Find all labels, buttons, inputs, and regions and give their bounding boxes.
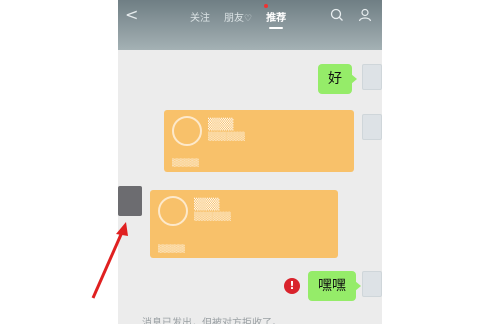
card-logo-icon (158, 196, 188, 226)
card-logo-icon (172, 116, 202, 146)
tab-recommend[interactable]: 推荐 (266, 9, 286, 29)
system-message: 消息已发出，但被对方拒收了。 (142, 318, 282, 324)
tab-following[interactable]: 关注 (190, 9, 210, 24)
back-icon[interactable]: < (125, 7, 138, 23)
feed-tabs: 关注 朋友♡ 推荐 (190, 8, 286, 29)
card-footer-blurred: ▒▒▒▒▒ (158, 245, 185, 253)
notification-dot (264, 4, 268, 8)
heart-icon: ♡ (244, 13, 253, 24)
message-bubble-hao[interactable]: 好 (318, 64, 357, 94)
user-icon[interactable] (358, 8, 372, 22)
top-nav-bar: < 关注 朋友♡ 推荐 (118, 0, 382, 50)
contact-avatar[interactable] (118, 186, 142, 216)
tab-friends-label: 朋友 (224, 12, 244, 24)
message-bubble-heihei[interactable]: 嘿嘿 (308, 271, 361, 301)
send-failed-icon[interactable]: ! (284, 278, 300, 294)
card-title-blurred: ▒▒▒ (208, 118, 234, 131)
search-icon[interactable] (330, 8, 344, 22)
card-subtitle-blurred: ▒▒▒▒▒▒ (194, 212, 231, 221)
card-subtitle-blurred: ▒▒▒▒▒▒ (208, 132, 245, 141)
tab-friends[interactable]: 朋友♡ (224, 9, 252, 24)
shared-link-card[interactable]: ▒▒▒ ▒▒▒▒▒▒ ▒▒▒▒▒ (150, 190, 338, 258)
self-avatar[interactable] (362, 114, 382, 140)
shared-link-card[interactable]: ▒▒▒ ▒▒▒▒▒▒ ▒▒▒▒▒ (164, 110, 354, 172)
self-avatar[interactable] (362, 271, 382, 297)
phone-screen: < 关注 朋友♡ 推荐 好 ▒▒▒ ▒▒▒▒▒▒ ▒▒▒▒▒ ▒▒▒ ▒▒▒▒▒… (118, 0, 382, 324)
self-avatar[interactable] (362, 64, 382, 90)
card-title-blurred: ▒▒▒ (194, 198, 220, 211)
chat-area: 好 ▒▒▒ ▒▒▒▒▒▒ ▒▒▒▒▒ ▒▒▒ ▒▒▒▒▒▒ ▒▒▒▒▒ ! 嘿嘿… (118, 50, 382, 324)
card-footer-blurred: ▒▒▒▒▒ (172, 159, 199, 167)
